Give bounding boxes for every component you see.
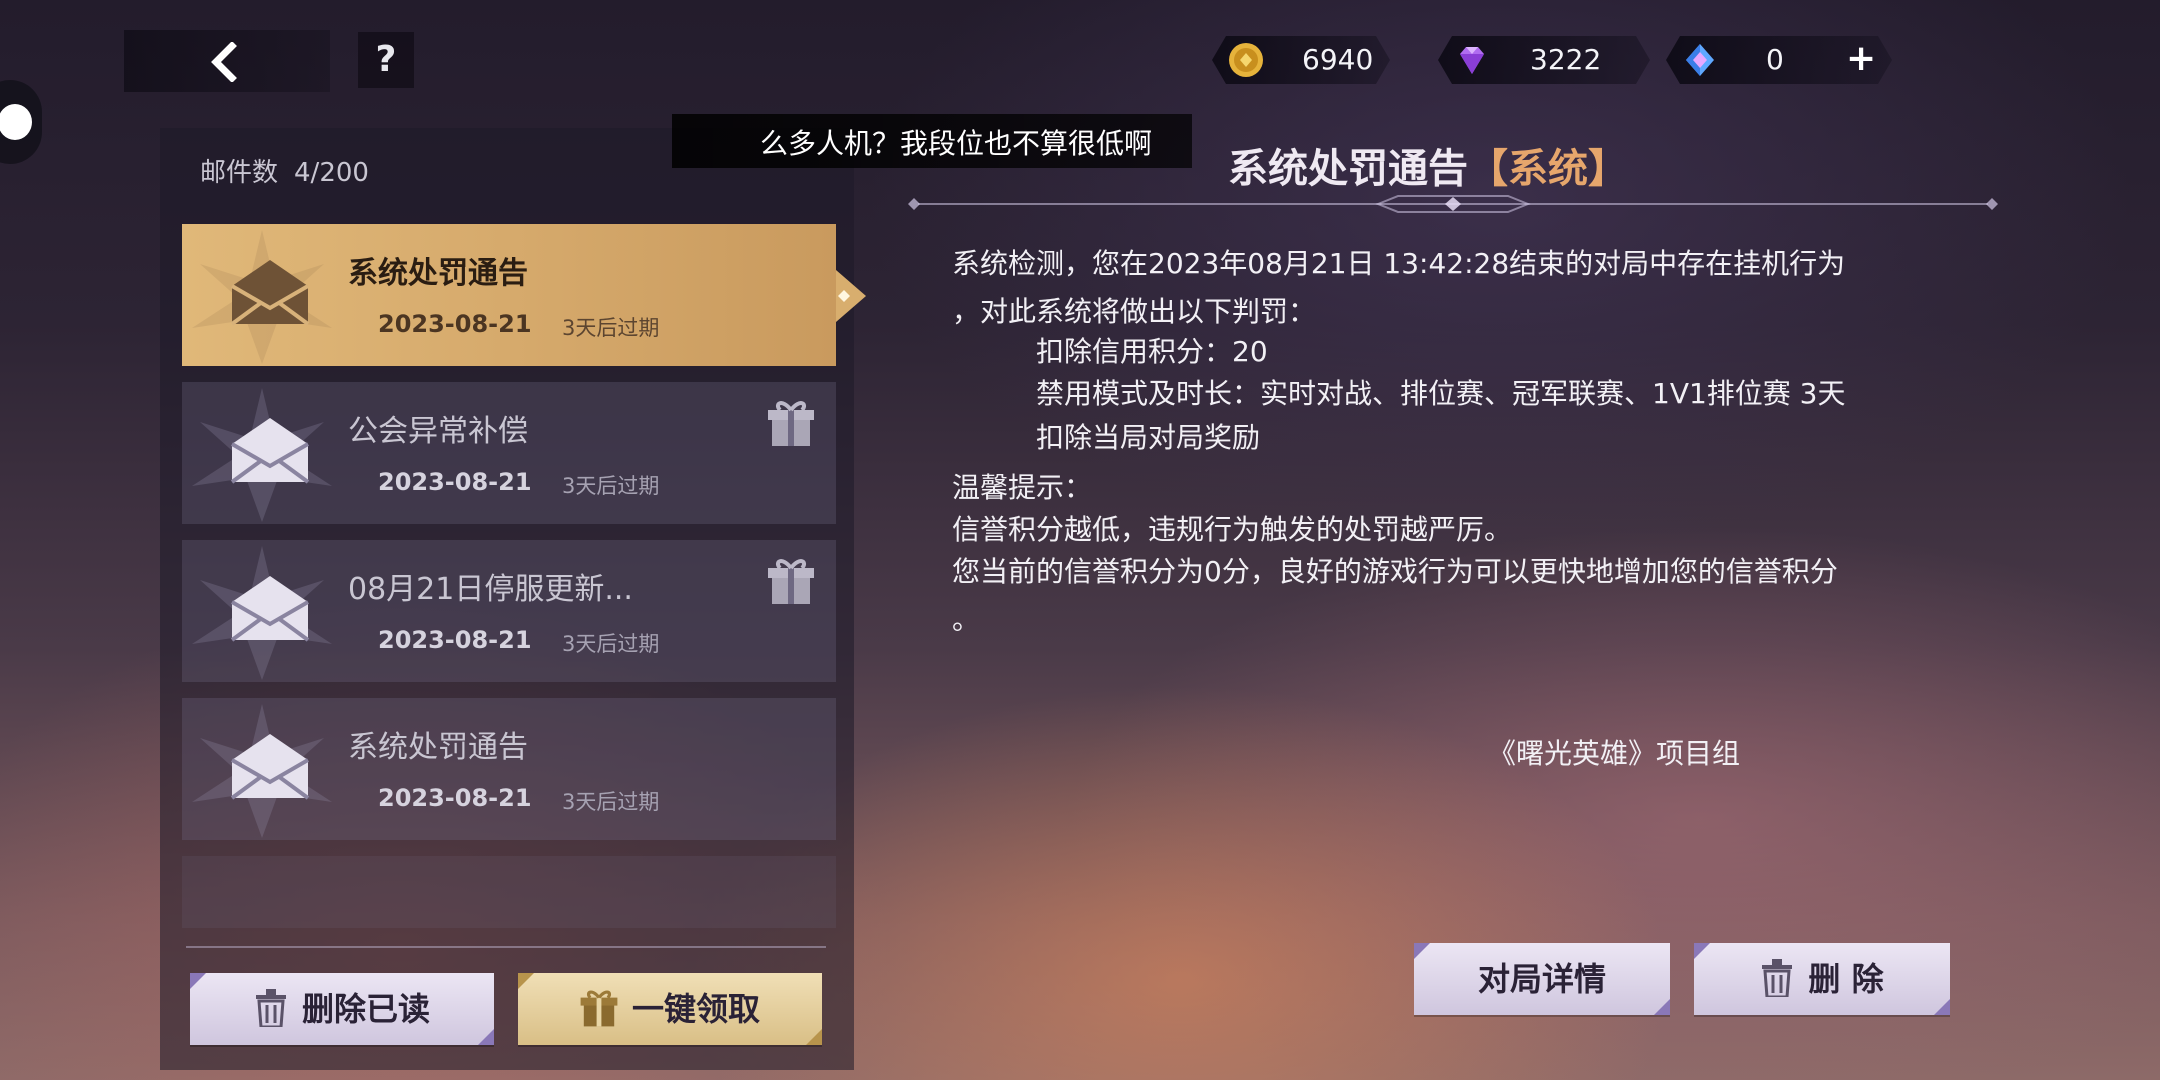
- mail-body-line: 您当前的信誉积分为0分，良好的游戏行为可以更快地增加您的信誉积分: [952, 555, 1838, 588]
- selection-pointer-icon: [836, 270, 866, 322]
- help-button[interactable]: ?: [358, 32, 414, 88]
- trash-icon: [255, 989, 286, 1027]
- mail-body-line: 系统检测，您在2023年08月21日 13:42:28结束的对局中存在挂机行为: [952, 247, 1846, 280]
- envelope-icon: [230, 418, 310, 484]
- mail-item[interactable]: 系统处罚通告 2023-08-21 3天后过期: [182, 698, 836, 840]
- mail-list-panel: 邮件数 4/200 系统处罚通告 2023-08-21 3天后过期 公会异常补偿 …: [160, 128, 866, 1070]
- purple-diamond-counter: 3222: [1438, 36, 1650, 84]
- mail-item-partial[interactable]: [182, 856, 836, 928]
- mail-item[interactable]: 08月21日停服更新... 2023-08-21 3天后过期: [182, 540, 836, 682]
- blue-crystal-counter: 0 +: [1666, 36, 1892, 84]
- back-button[interactable]: [124, 30, 330, 92]
- mail-body-line: 扣除信用积分：20: [1036, 335, 1268, 368]
- gift-icon: [768, 401, 814, 446]
- mail-title: 系统处罚通告【系统】: [1228, 136, 1628, 194]
- gold-coin-icon: [1228, 42, 1264, 78]
- mail-count-value: 4/200: [294, 158, 369, 188]
- envelope-icon: [230, 734, 310, 800]
- mail-body-line: 信誉积分越低，违规行为触发的处罚越严厉。: [952, 513, 1513, 546]
- mail-body-line: 。: [952, 603, 981, 636]
- gift-icon: [580, 990, 618, 1027]
- blue-crystal-value: 0: [1766, 43, 1784, 76]
- mail-body-line: 温馨提示：: [952, 471, 1093, 504]
- mail-item-selected[interactable]: 系统处罚通告 2023-08-21 3天后过期: [182, 224, 836, 366]
- mail-item[interactable]: 公会异常补偿 2023-08-21 3天后过期: [182, 382, 836, 524]
- handle-dot: [0, 104, 32, 140]
- delete-label: 删 除: [1808, 960, 1884, 998]
- mail-body-line: 扣除当局对局奖励: [1036, 421, 1261, 454]
- delete-button[interactable]: 删 除: [1694, 943, 1950, 1015]
- envelope-open-icon: [230, 260, 310, 326]
- mail-item-title: 系统处罚通告: [348, 256, 528, 291]
- mail-body-line: 禁用模式及时长：实时对战、排位赛、冠军联赛、1V1排位赛 3天: [1036, 377, 1846, 410]
- mail-item-title: 08月21日停服更新...: [348, 572, 633, 607]
- claim-all-button[interactable]: 一键领取: [518, 973, 822, 1045]
- mail-item-title: 公会异常补偿: [348, 414, 528, 449]
- chevron-left-icon: [211, 42, 237, 82]
- delete-read-label: 删除已读: [301, 990, 430, 1028]
- mail-item-expire: 3天后过期: [562, 474, 660, 498]
- mail-item-title: 系统处罚通告: [348, 730, 528, 765]
- mail-item-date: 2023-08-21: [378, 784, 532, 812]
- side-handle[interactable]: [0, 80, 42, 164]
- mail-item-date: 2023-08-21: [378, 626, 532, 654]
- match-details-label: 对局详情: [1477, 960, 1606, 998]
- mail-title-tag: 【系统】: [1468, 146, 1628, 192]
- purple-diamond-icon: [1454, 42, 1490, 78]
- list-divider: [186, 946, 826, 948]
- add-currency-button[interactable]: +: [1846, 38, 1876, 79]
- chat-toast: 么多人机？我段位也不算很低啊: [672, 114, 1192, 168]
- gold-coin-counter: 6940: [1212, 36, 1390, 84]
- blue-crystal-icon: [1682, 42, 1718, 78]
- mail-count: 邮件数 4/200: [200, 152, 369, 189]
- claim-all-label: 一键领取: [631, 990, 760, 1028]
- toast-text: 么多人机？我段位也不算很低啊: [760, 127, 1153, 160]
- mail-title-text: 系统处罚通告: [1228, 146, 1468, 192]
- mail-signature: 《曙光英雄》项目组: [1488, 737, 1741, 770]
- mail-item-date: 2023-08-21: [378, 310, 532, 338]
- envelope-icon: [230, 576, 310, 642]
- gold-coin-value: 6940: [1302, 43, 1374, 76]
- mail-item-expire: 3天后过期: [562, 632, 660, 656]
- match-details-button[interactable]: 对局详情: [1414, 943, 1670, 1015]
- mail-item-expire: 3天后过期: [562, 790, 660, 814]
- title-divider: [908, 195, 1998, 213]
- mail-count-label: 邮件数: [200, 158, 279, 188]
- gift-icon: [768, 559, 814, 604]
- mail-item-expire: 3天后过期: [562, 316, 660, 340]
- purple-diamond-value: 3222: [1530, 43, 1602, 76]
- mail-item-date: 2023-08-21: [378, 468, 532, 496]
- delete-read-button[interactable]: 删除已读: [190, 973, 494, 1045]
- trash-icon: [1762, 959, 1793, 997]
